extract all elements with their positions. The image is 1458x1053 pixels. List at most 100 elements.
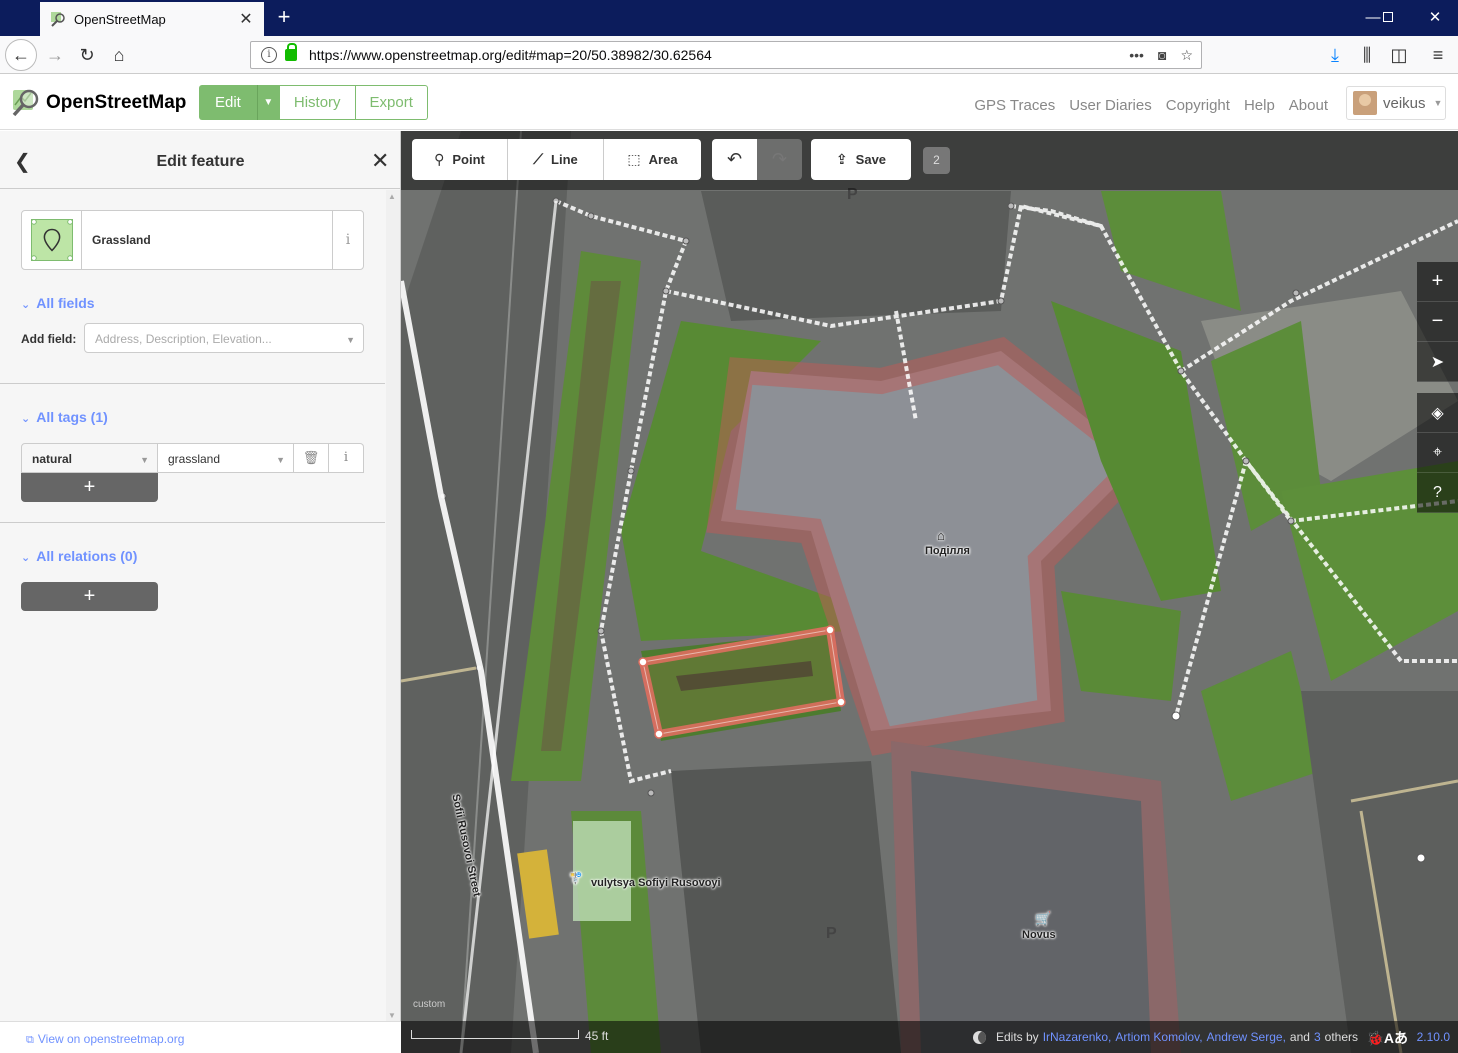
home-icon[interactable]: ⌂ [106, 42, 132, 68]
redo-icon[interactable]: ↷ [757, 139, 802, 180]
tag-value-text: grassland [168, 452, 221, 466]
undo-icon[interactable]: ↶ [712, 139, 757, 180]
editor-link[interactable]: IrNazarenko, [1043, 1030, 1112, 1044]
add-field-combo[interactable]: Address, Description, Elevation... ▼ [84, 323, 364, 353]
bus-stop-icon: 🚏 [569, 873, 583, 885]
url-text[interactable]: https://www.openstreetmap.org/edit#map=2… [309, 47, 1129, 63]
bookmark-star-icon[interactable]: ☆ [1180, 47, 1193, 64]
scale-bar [411, 1030, 579, 1039]
save-button[interactable]: ⇪ Save [811, 139, 911, 180]
back-icon[interactable]: ← [5, 39, 37, 71]
all-relations-toggle[interactable]: ⌄ All relations (0) [21, 548, 137, 564]
edit-dropdown-icon[interactable]: ▼ [256, 85, 279, 120]
line-icon: ⟋ [533, 151, 544, 167]
others-text: others [1324, 1030, 1358, 1044]
link-user-diaries[interactable]: User Diaries [1069, 97, 1152, 114]
chevron-down-icon: ▼ [1433, 98, 1443, 108]
close-tab-icon[interactable]: ✕ [238, 9, 254, 29]
preset-info-icon[interactable]: i [332, 211, 363, 269]
browser-nav-bar: ← → ↻ ⌂ i https://www.openstreetmap.org/… [0, 36, 1458, 74]
menu-icon[interactable]: ≡ [1425, 42, 1451, 68]
downloads-icon[interactable]: ⤓ [1322, 42, 1348, 68]
add-line-button[interactable]: ⟋ Line [508, 139, 604, 180]
zoom-out-icon[interactable]: − [1417, 302, 1458, 342]
close-window-icon[interactable]: ✕ [1420, 6, 1450, 30]
area-label: Area [648, 152, 678, 167]
site-name[interactable]: OpenStreetMap [46, 92, 186, 114]
pocket-icon[interactable]: ◙ [1158, 47, 1166, 64]
version-label[interactable]: 2.10.0 [1417, 1030, 1450, 1044]
upload-icon: ⇪ [835, 151, 848, 167]
top-nav-links: GPS Traces User Diaries Copyright Help A… [974, 97, 1328, 114]
scroll-up-icon[interactable]: ▲ [388, 192, 396, 201]
zoom-in-icon[interactable]: + [1417, 262, 1458, 302]
bug-a11y-icon[interactable]: 🐞Aあ [1366, 1028, 1408, 1048]
edits-attribution: Edits by IrNazarenko, Artiom Komolov, An… [973, 1030, 1358, 1044]
map-canvas[interactable]: Поділля ⌂ Sofii Rusovoi Street 🚏 vulytsy… [401, 131, 1458, 1053]
geolocate-icon[interactable]: ➤ [1417, 342, 1458, 382]
new-tab-icon[interactable]: + [272, 4, 296, 30]
add-relation-button[interactable]: + [21, 582, 158, 611]
sidebar-header: ❮ Edit feature ✕ [0, 131, 400, 189]
all-tags-toggle[interactable]: ⌄ All tags (1) [21, 409, 108, 425]
add-point-button[interactable]: ⚲ Point [412, 139, 508, 180]
help-icon[interactable]: ? [1417, 473, 1458, 513]
edit-button-group: Edit ▼ History Export [199, 85, 428, 120]
all-tags-label: All tags (1) [36, 409, 108, 425]
view-on-osm-text: View on openstreetmap.org [37, 1032, 185, 1046]
chevron-down-icon: ⌄ [21, 552, 31, 564]
site-info-icon[interactable]: i [261, 47, 277, 63]
point-label: Point [452, 152, 485, 167]
maximize-icon[interactable] [1373, 6, 1403, 30]
tag-key-input[interactable]: natural ▼ [21, 443, 158, 473]
close-icon[interactable]: ✕ [371, 148, 389, 174]
external-link-icon: ⧉ [26, 1034, 34, 1046]
chevron-down-icon: ▼ [140, 455, 149, 465]
link-help[interactable]: Help [1244, 97, 1275, 114]
divider [0, 522, 385, 523]
all-fields-label: All fields [36, 295, 95, 311]
link-gps-traces[interactable]: GPS Traces [974, 97, 1055, 114]
others-count-link[interactable]: 3 [1314, 1030, 1321, 1044]
edit-button[interactable]: Edit [199, 85, 257, 120]
editor-link[interactable]: Andrew Serge, [1207, 1030, 1286, 1044]
link-about[interactable]: About [1289, 97, 1328, 114]
line-label: Line [551, 152, 578, 167]
scroll-down-icon[interactable]: ▼ [388, 1011, 396, 1020]
url-bar[interactable]: i https://www.openstreetmap.org/edit#map… [250, 41, 1202, 69]
page-actions-icon[interactable]: ••• [1129, 47, 1144, 64]
add-field-label: Add field: [21, 332, 77, 346]
layers-icon[interactable]: ◈ [1417, 393, 1458, 433]
editor-link[interactable]: Artiom Komolov, [1115, 1030, 1202, 1044]
history-panel-icon[interactable] [973, 1030, 986, 1044]
preset-selector[interactable]: Grassland i [21, 210, 364, 270]
browser-tab-bar: OpenStreetMap ✕ + — ✕ [0, 0, 1458, 36]
link-copyright[interactable]: Copyright [1166, 97, 1230, 114]
sidebar-scrollbar[interactable]: ▲ ▼ [386, 190, 400, 1022]
tag-info-icon[interactable]: i [329, 443, 364, 473]
add-area-button[interactable]: ⬚ Area [604, 139, 701, 180]
osm-favicon-icon [51, 12, 65, 27]
tag-key-value: natural [32, 452, 73, 466]
user-menu[interactable]: veikus ▼ [1346, 86, 1446, 120]
editor-sidebar: ❮ Edit feature ✕ Grassland i ⌄ All fields… [0, 131, 401, 1053]
delete-tag-icon[interactable]: 🗑 [294, 443, 329, 473]
sidebar-title: Edit feature [156, 153, 245, 170]
sidebar-toggle-icon[interactable]: ◫ [1386, 42, 1412, 68]
history-button[interactable]: History [278, 85, 356, 120]
chevron-down-icon: ▼ [346, 335, 355, 345]
osm-logo-icon[interactable] [11, 87, 41, 117]
forward-icon[interactable]: → [42, 42, 68, 68]
building-icon: ⌂ [937, 528, 945, 543]
browser-tab[interactable]: OpenStreetMap ✕ [40, 2, 264, 36]
library-icon[interactable]: ⫼ [1354, 42, 1380, 68]
tag-value-input[interactable]: grassland ▼ [158, 443, 294, 473]
add-tag-button[interactable]: + [21, 473, 158, 502]
all-fields-toggle[interactable]: ⌄ All fields [21, 295, 95, 311]
reload-icon[interactable]: ↻ [74, 42, 100, 68]
view-on-osm-link[interactable]: ⧉ View on openstreetmap.org [26, 1032, 184, 1047]
chevron-down-icon: ▼ [276, 455, 285, 465]
map-data-icon[interactable]: ⌖ [1417, 433, 1458, 473]
export-button[interactable]: Export [355, 85, 428, 120]
chevron-down-icon: ⌄ [21, 299, 31, 311]
